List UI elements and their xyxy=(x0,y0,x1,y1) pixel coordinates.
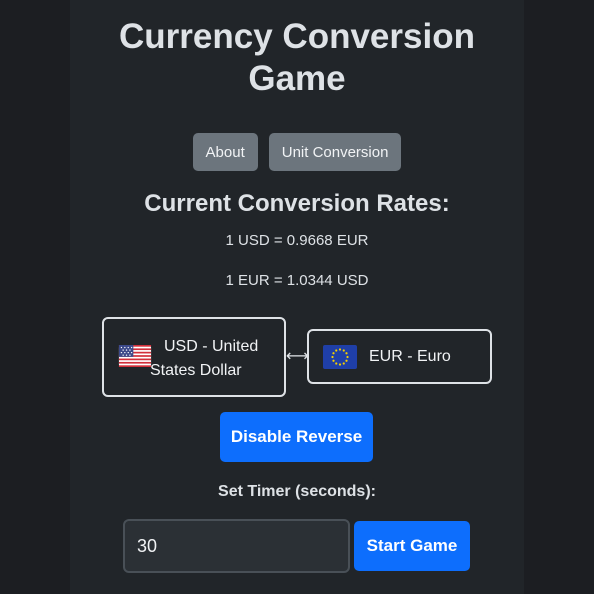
page-title: Currency Conversion Game xyxy=(0,16,594,100)
to-currency-label: EUR - Euro xyxy=(369,347,451,365)
from-currency-label-line1: USD - United xyxy=(164,338,259,355)
rate-eur-usd: 1 EUR = 1.0344 USD xyxy=(225,272,369,289)
from-currency-selector[interactable]: USD - United States Dollar xyxy=(102,317,286,397)
timer-input[interactable] xyxy=(123,519,350,573)
page-title-line1: Currency Conversion xyxy=(119,17,475,56)
swap-arrow-icon[interactable]: ⟷ xyxy=(286,347,309,367)
us-flag-icon xyxy=(118,345,152,367)
unit-conversion-button[interactable]: Unit Conversion xyxy=(268,133,402,171)
nav-bar: About Unit Conversion xyxy=(0,133,594,171)
rates-heading: Current Conversion Rates: xyxy=(144,190,450,217)
from-currency-label: USD - United States Dollar xyxy=(150,335,280,383)
disable-reverse-button[interactable]: Disable Reverse xyxy=(220,412,373,462)
eu-flag-icon xyxy=(323,344,357,369)
to-currency-selector[interactable]: EUR - Euro xyxy=(307,329,492,384)
start-game-button[interactable]: Start Game xyxy=(354,521,470,571)
timer-label: Set Timer (seconds): xyxy=(218,483,376,500)
from-currency-label-line2: States Dollar xyxy=(150,362,242,379)
rate-usd-eur: 1 USD = 0.9668 EUR xyxy=(225,232,369,249)
about-button[interactable]: About xyxy=(192,133,258,171)
page-title-line2: Game xyxy=(248,59,346,98)
